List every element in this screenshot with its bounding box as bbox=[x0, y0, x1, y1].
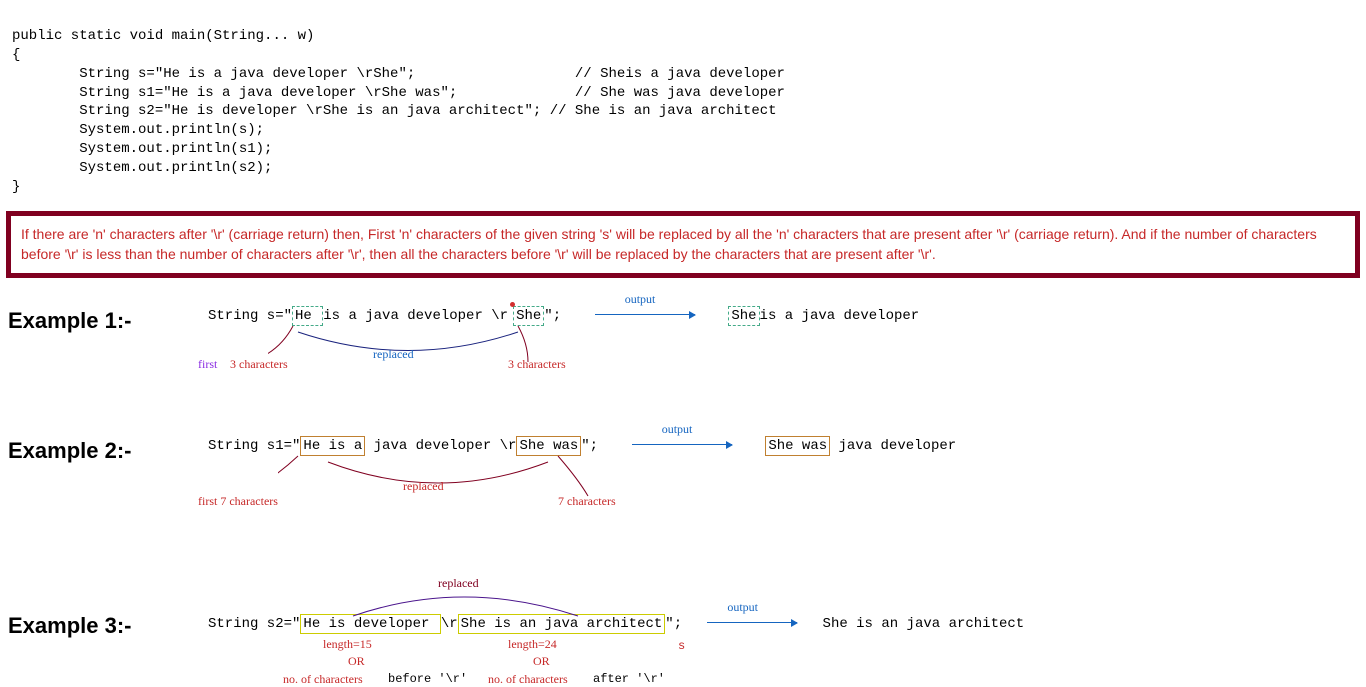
annotation-first7: first 7 characters bbox=[198, 494, 278, 509]
code-line: String s1="He is a java developer \rShe … bbox=[12, 85, 785, 101]
annotation-first: first bbox=[198, 357, 217, 372]
output-text: java developer bbox=[830, 438, 956, 454]
example-1: Example 1:- String s="He is a java devel… bbox=[0, 308, 1366, 388]
output-text: is a java developer bbox=[760, 308, 920, 324]
example-2-label: Example 2:- bbox=[8, 438, 208, 464]
annotation-arrows bbox=[278, 454, 728, 509]
arrow-icon bbox=[595, 314, 695, 315]
annotation-or2: OR bbox=[533, 654, 550, 669]
java-code-block: public static void main(String... w) { S… bbox=[0, 0, 1366, 205]
output-prefix: She bbox=[728, 306, 759, 326]
code-text: java developer \r bbox=[365, 438, 516, 454]
output-label: output bbox=[727, 600, 758, 615]
annotation-arrows bbox=[268, 324, 668, 374]
code-line: public static void main(String... w) bbox=[12, 28, 314, 44]
example-2: Example 2:- String s1="He is a java deve… bbox=[0, 438, 1366, 528]
code-line: System.out.println(s1); bbox=[12, 141, 272, 157]
annotation-after: after '\r' bbox=[593, 672, 665, 686]
code-text: "; bbox=[665, 616, 682, 632]
code-text: String s=" bbox=[208, 308, 292, 324]
code-line: String s2="He is developer \rShe is an j… bbox=[12, 103, 777, 119]
annotation-3chars-a: 3 characters bbox=[230, 357, 288, 372]
arrow-icon bbox=[632, 444, 732, 445]
stray-char: s bbox=[678, 639, 685, 653]
annotation-nchar2: no. of characters bbox=[488, 672, 568, 687]
code-text: \r bbox=[441, 616, 458, 632]
annotation-len2: length=24 bbox=[508, 637, 557, 652]
output-prefix: She was bbox=[765, 436, 830, 456]
code-text: "; bbox=[544, 308, 561, 324]
annotation-7chars: 7 characters bbox=[558, 494, 616, 509]
annotation-replaced: replaced bbox=[403, 479, 444, 494]
code-line: String s="He is a java developer \rShe";… bbox=[12, 66, 785, 82]
highlighted-before: He is a bbox=[300, 436, 365, 456]
example-3-label: Example 3:- bbox=[8, 613, 208, 639]
arc-icon bbox=[343, 588, 643, 618]
output-label: output bbox=[662, 422, 693, 437]
code-text: String s1=" bbox=[208, 438, 300, 454]
code-line: System.out.println(s); bbox=[12, 122, 264, 138]
output-text: She is an java architect bbox=[823, 616, 1025, 632]
annotation-nchar1: no. of characters bbox=[283, 672, 363, 687]
highlighted-after: She bbox=[513, 306, 544, 326]
red-dot-icon bbox=[510, 302, 515, 307]
code-line: } bbox=[12, 179, 20, 195]
annotation-3chars-b: 3 characters bbox=[508, 357, 566, 372]
annotation-or1: OR bbox=[348, 654, 365, 669]
explanation-text: If there are 'n' characters after '\r' (… bbox=[21, 226, 1317, 262]
arrow-icon bbox=[707, 622, 797, 623]
highlighted-before: He bbox=[292, 306, 323, 326]
annotation-len1: length=15 bbox=[323, 637, 372, 652]
example-3: Example 3:- replaced String s2="He is de… bbox=[0, 588, 1366, 639]
code-text: is a java developer \r bbox=[323, 308, 508, 324]
highlighted-after: She was bbox=[516, 436, 581, 456]
explanation-box: If there are 'n' characters after '\r' (… bbox=[6, 211, 1360, 278]
code-line: { bbox=[12, 47, 20, 63]
output-label: output bbox=[625, 292, 656, 307]
code-line: System.out.println(s2); bbox=[12, 160, 272, 176]
code-text: String s2=" bbox=[208, 616, 300, 632]
code-text: "; bbox=[581, 438, 598, 454]
annotation-replaced: replaced bbox=[373, 347, 414, 362]
example-1-label: Example 1:- bbox=[8, 308, 208, 334]
annotation-before: before '\r' bbox=[388, 672, 467, 686]
